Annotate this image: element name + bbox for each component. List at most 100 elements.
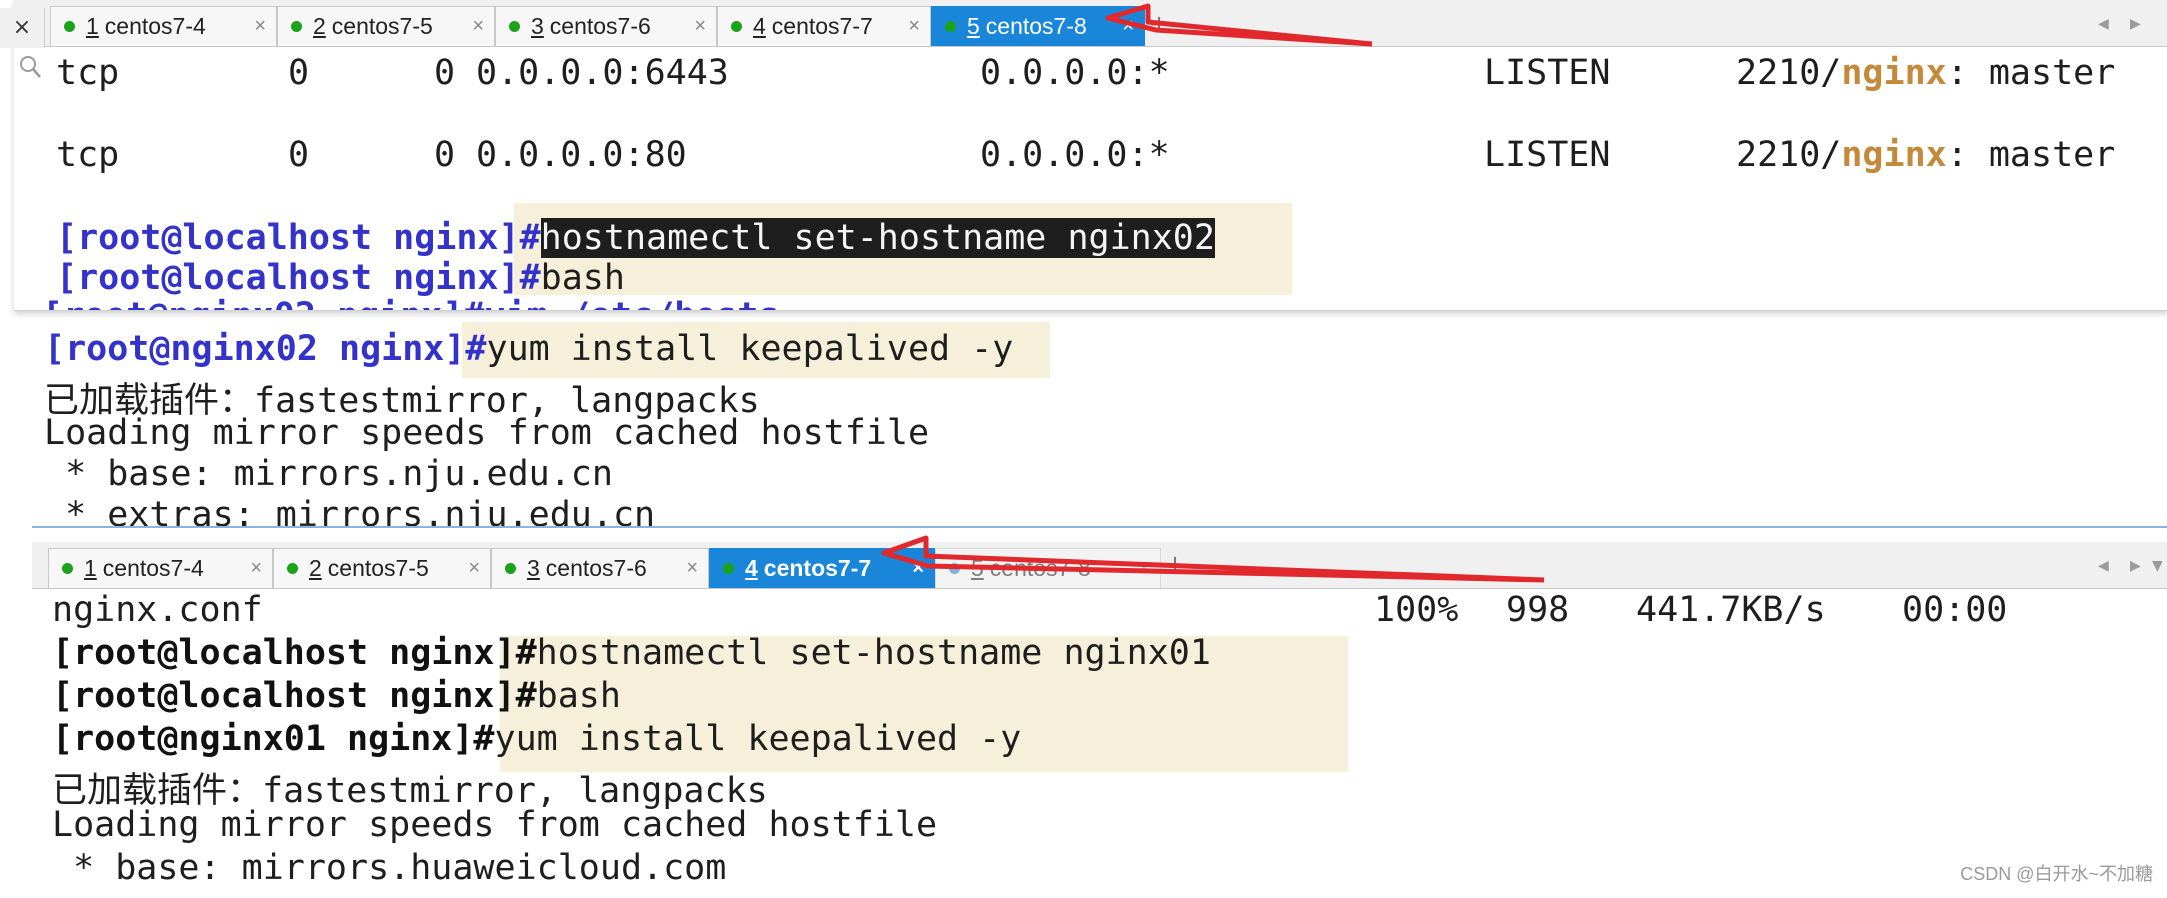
tab-number: 3 xyxy=(531,13,544,39)
close-all-button[interactable]: × xyxy=(0,8,45,48)
state: LISTEN xyxy=(1484,135,1611,175)
clipped-command: [root@nginx02 nginx]#vim /etc/hosts xyxy=(42,296,780,310)
tab-centos7-4[interactable]: 1 centos7-4 × xyxy=(48,548,273,588)
shell-prompt: [root@localhost nginx]# xyxy=(52,633,537,673)
search-icon[interactable] xyxy=(18,54,42,80)
tab-centos7-8[interactable]: 5 centos7-8 × xyxy=(935,548,1161,588)
transfer-time: 00:00 xyxy=(1902,590,2008,630)
close-icon[interactable]: × xyxy=(472,15,484,38)
close-icon[interactable]: × xyxy=(254,15,266,38)
close-icon[interactable]: × xyxy=(1138,557,1150,580)
program-name: nginx xyxy=(1841,53,1947,93)
shell-prompt: [root@localhost nginx]# xyxy=(56,258,541,298)
tab-number: 5 xyxy=(967,13,980,39)
output-line: Loading mirror speeds from cached hostfi… xyxy=(44,413,930,453)
command-line: [root@nginx01 nginx]#yum install keepali… xyxy=(52,719,1021,759)
tab-number: 5 xyxy=(971,555,984,581)
tab-centos7-6[interactable]: 3 centos7-6 × xyxy=(495,6,717,46)
tab-centos7-8[interactable]: 5 centos7-8 × xyxy=(931,6,1145,46)
tab-label: centos7-6 xyxy=(545,555,647,581)
command-text: yum install keepalived -y xyxy=(486,329,1014,369)
tab-number: 4 xyxy=(745,555,758,581)
tab-label: centos7-8 xyxy=(985,13,1087,39)
status-dot-icon xyxy=(64,21,75,32)
command-text: yum install keepalived -y xyxy=(494,719,1022,759)
tab-label: centos7-5 xyxy=(331,13,433,39)
tab-scroll-left[interactable]: ◀ xyxy=(2098,16,2109,32)
command-text: bash xyxy=(536,676,621,716)
tab-bar: × 1 centos7-4 × 2 centos7-5 × 3 centos7-… xyxy=(0,0,2167,48)
transfer-percent: 100% xyxy=(1374,590,1459,630)
tab-centos7-5[interactable]: 2 centos7-5 × xyxy=(277,6,495,46)
close-icon[interactable]: × xyxy=(694,15,706,38)
tab-label: centos7-5 xyxy=(327,555,429,581)
command-line: [root@localhost nginx]#bash xyxy=(56,258,625,298)
command-line: [root@localhost nginx]#bash xyxy=(52,676,621,716)
tab-centos7-7[interactable]: 4 centos7-7 × xyxy=(709,548,935,588)
tab-scroll-right[interactable]: ▶ xyxy=(2130,558,2141,574)
tab-number: 1 xyxy=(84,555,97,581)
tab-centos7-7[interactable]: 4 centos7-7 × xyxy=(717,6,931,46)
transfer-size: 998 xyxy=(1506,590,1570,630)
tab-label: centos7-6 xyxy=(549,13,651,39)
tab-number: 2 xyxy=(309,555,322,581)
program: 2210/nginx: master xyxy=(1736,135,2115,175)
send-q: 0 xyxy=(434,135,456,175)
program-name: nginx xyxy=(1841,135,1947,175)
tab-number: 1 xyxy=(86,13,99,39)
selected-command-text: hostnamectl set-hostname nginx02 xyxy=(540,218,1215,258)
proto: tcp xyxy=(56,53,120,93)
close-icon[interactable]: × xyxy=(250,557,262,580)
tab-centos7-5[interactable]: 2 centos7-5 × xyxy=(273,548,491,588)
shell-prompt: [root@localhost nginx]# xyxy=(52,676,537,716)
pid: 2210/ xyxy=(1736,135,1842,175)
close-icon[interactable]: × xyxy=(468,557,480,580)
new-tab-button[interactable]: + xyxy=(1165,550,1185,578)
status-dot-icon xyxy=(723,563,734,574)
tab-label: centos7-7 xyxy=(771,13,873,39)
watermark: CSDN @白开水~不加糖 xyxy=(1960,864,2153,884)
command-text: bash xyxy=(540,258,625,298)
tab-centos7-4[interactable]: 1 centos7-4 × xyxy=(50,6,277,46)
local-address: 0.0.0.0:80 xyxy=(476,135,687,175)
output-line: Loading mirror speeds from cached hostfi… xyxy=(52,805,938,845)
close-icon[interactable]: × xyxy=(1122,15,1134,38)
status-dot-icon xyxy=(287,563,298,574)
pid: 2210/ xyxy=(1736,53,1842,93)
bottom-terminal-window: 1 centos7-4 × 2 centos7-5 × 3 centos7-6 … xyxy=(32,526,2167,898)
tab-number: 3 xyxy=(527,555,540,581)
program: 2210/nginx: master xyxy=(1736,53,2115,93)
close-icon[interactable]: × xyxy=(686,557,698,580)
close-icon[interactable]: × xyxy=(912,557,924,580)
tab-centos7-6[interactable]: 3 centos7-6 × xyxy=(491,548,709,588)
status-dot-icon xyxy=(949,563,960,574)
tab-label: centos7-4 xyxy=(104,13,206,39)
tab-bar: 1 centos7-4 × 2 centos7-5 × 3 centos7-6 … xyxy=(32,542,2167,589)
recv-q: 0 xyxy=(288,53,310,93)
status-dot-icon xyxy=(509,21,520,32)
tab-number: 2 xyxy=(313,13,326,39)
local-address: 0.0.0.0:6443 xyxy=(476,53,729,93)
shell-prompt: [root@nginx02 nginx]# xyxy=(44,329,487,369)
transfer-filename: nginx.conf xyxy=(52,590,263,630)
proto: tcp xyxy=(56,135,120,175)
new-tab-button[interactable]: + xyxy=(1149,10,1169,38)
command-line: [root@nginx02 nginx]#yum install keepali… xyxy=(44,329,1013,369)
tab-menu-down[interactable]: ▼ xyxy=(2152,558,2163,574)
send-q: 0 xyxy=(434,53,456,93)
shell-prompt: [root@nginx01 nginx]# xyxy=(52,719,495,759)
foreign-address: 0.0.0.0:* xyxy=(980,53,1170,93)
program-suffix: : master xyxy=(1946,135,2116,175)
output-line: * base: mirrors.huaweicloud.com xyxy=(52,848,727,888)
command-text: hostnamectl set-hostname nginx01 xyxy=(536,633,1211,673)
recv-q: 0 xyxy=(288,135,310,175)
status-dot-icon xyxy=(62,563,73,574)
close-icon[interactable]: × xyxy=(908,15,920,38)
tab-label: centos7-4 xyxy=(102,555,204,581)
tab-scroll-left[interactable]: ◀ xyxy=(2098,558,2109,574)
command-line: [root@localhost nginx]#hostnamectl set-h… xyxy=(56,218,1215,258)
status-dot-icon xyxy=(945,21,956,32)
tab-label: centos7-7 xyxy=(763,555,872,581)
tab-label: centos7-8 xyxy=(989,555,1091,581)
tab-scroll-right[interactable]: ▶ xyxy=(2130,16,2141,32)
